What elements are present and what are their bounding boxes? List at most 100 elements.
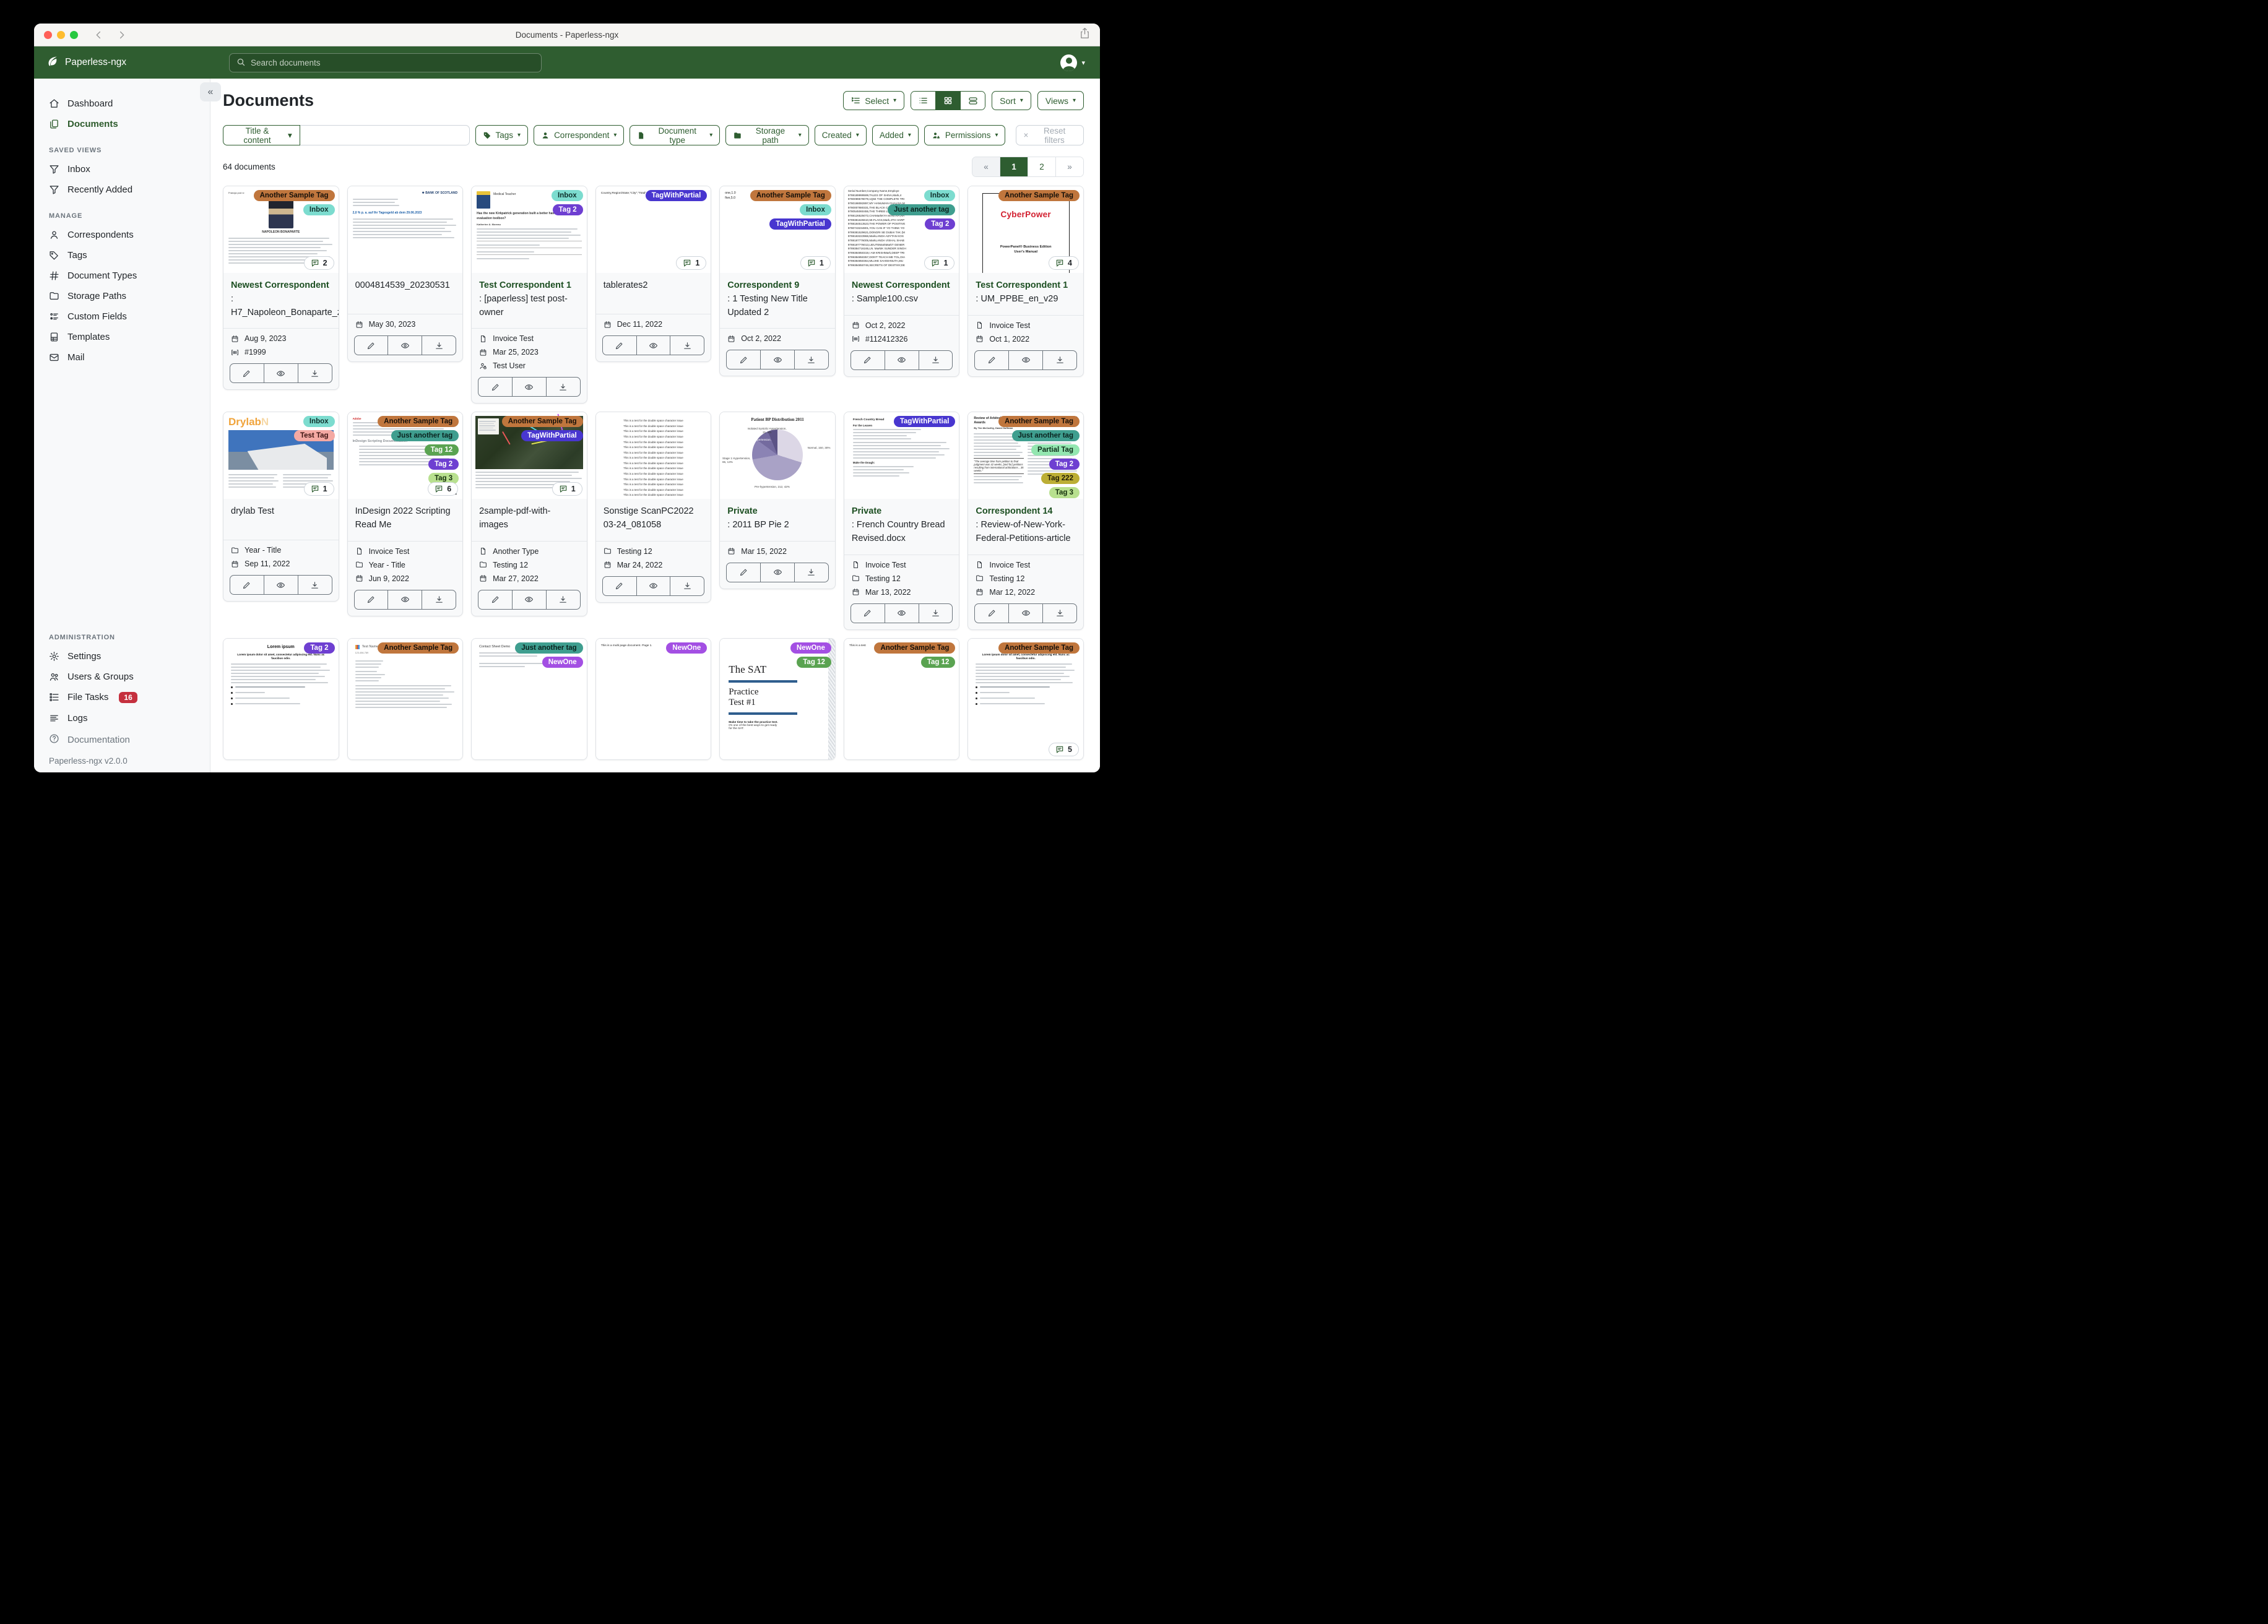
filter-created-button[interactable]: Created ▾ xyxy=(814,125,867,145)
tag-pill[interactable]: Just another tag xyxy=(1011,430,1080,442)
correspondent-link[interactable]: Newest Correspondent xyxy=(852,279,952,293)
edit-button[interactable] xyxy=(478,378,512,396)
filter-correspondent-button[interactable]: Correspondent ▾ xyxy=(534,125,625,145)
edit-button[interactable] xyxy=(230,576,264,594)
tag-pill[interactable]: Inbox xyxy=(552,190,583,201)
sidebar-item-documentation[interactable]: Documentation xyxy=(34,728,210,751)
tag-pill[interactable]: Another Sample Tag xyxy=(750,190,831,201)
notes-count[interactable]: 1 xyxy=(676,256,707,270)
tag-pill[interactable]: Another Sample Tag xyxy=(874,642,956,654)
tag-pill[interactable]: NewOne xyxy=(666,642,708,654)
tag-pill[interactable]: Just another tag xyxy=(887,204,956,215)
sidebar-item-file-tasks[interactable]: File Tasks 16 xyxy=(34,687,210,708)
sidebar-item-recently-added[interactable]: Recently Added xyxy=(34,179,210,200)
filter-search-input[interactable] xyxy=(300,125,470,145)
correspondent-link[interactable]: Correspondent 14 xyxy=(976,505,1076,519)
sidebar-item-custom-fields[interactable]: Custom Fields xyxy=(34,306,210,327)
document-card[interactable]: Francja pod rz NAPOLEON BONAPARTE Anothe… xyxy=(223,186,339,391)
sidebar-item-storage-paths[interactable]: Storage Paths xyxy=(34,286,210,306)
edit-button[interactable] xyxy=(603,577,636,595)
tag-pill[interactable]: TagWithPartial xyxy=(645,190,708,201)
document-card[interactable]: CyberPower PowerPanel® Business Edition … xyxy=(967,186,1084,377)
document-card[interactable]: French Country Bread For the Leaven Make… xyxy=(843,412,960,630)
tag-pill[interactable]: Tag 2 xyxy=(1049,459,1080,470)
download-button[interactable] xyxy=(918,350,953,369)
tag-pill[interactable]: Inbox xyxy=(303,416,335,428)
user-menu[interactable]: ▾ xyxy=(1060,54,1085,71)
global-search-input[interactable]: Search documents xyxy=(229,53,542,72)
tag-pill[interactable]: Tag 3 xyxy=(1049,487,1080,499)
edit-button[interactable] xyxy=(230,364,264,382)
notes-count[interactable]: 4 xyxy=(1049,256,1079,270)
sort-button[interactable]: Sort ▾ xyxy=(992,91,1031,110)
tag-pill[interactable]: TagWithPartial xyxy=(769,218,831,230)
view-button[interactable] xyxy=(636,576,670,595)
edit-button[interactable] xyxy=(727,563,760,582)
document-card[interactable]: Adobe InDesign Scripting Documentation A… xyxy=(347,412,464,616)
edit-button[interactable] xyxy=(355,590,388,609)
brand[interactable]: Paperless-ngx xyxy=(34,55,210,71)
search-mode-button[interactable]: Title & content ▾ xyxy=(223,125,300,145)
sidebar-item-mail[interactable]: Mail xyxy=(34,347,210,368)
edit-button[interactable] xyxy=(851,351,885,369)
tag-pill[interactable]: Test Tag xyxy=(293,430,335,442)
download-button[interactable] xyxy=(794,350,828,369)
edit-button[interactable] xyxy=(975,351,1008,369)
document-card[interactable]: Test Name 123-456-789 Another Sample Tag xyxy=(347,637,464,760)
document-card[interactable]: The SAT Practice Test #1 Make time to ta… xyxy=(719,637,836,760)
view-button[interactable] xyxy=(636,336,670,355)
sidebar-item-documents[interactable]: Documents xyxy=(34,114,210,134)
tag-pill[interactable]: Tag 12 xyxy=(797,656,831,668)
tag-pill[interactable]: Tag 2 xyxy=(304,642,335,654)
view-button[interactable] xyxy=(263,364,298,383)
view-button[interactable] xyxy=(512,590,546,609)
tag-pill[interactable]: NewOne xyxy=(790,642,831,654)
download-button[interactable] xyxy=(545,378,580,397)
close-window-button[interactable] xyxy=(44,30,52,39)
tag-pill[interactable]: Partial Tag xyxy=(1031,444,1080,456)
view-detail-button[interactable] xyxy=(960,92,985,110)
document-card[interactable]: Patient BP Distribution 2011 Isolated Sy… xyxy=(719,412,836,589)
page-1-button[interactable]: 1 xyxy=(1000,157,1028,176)
filter-added-button[interactable]: Added ▾ xyxy=(872,125,919,145)
document-card[interactable]: Review of Arbitral Awards shows swift Re… xyxy=(967,412,1084,630)
tag-pill[interactable]: Tag 12 xyxy=(424,444,459,456)
back-icon[interactable] xyxy=(94,30,103,40)
sidebar-item-dashboard[interactable]: Dashboard xyxy=(34,93,210,114)
view-button[interactable] xyxy=(263,576,298,595)
reset-filters-button[interactable]: × Reset filters xyxy=(1016,125,1084,145)
sidebar-item-users-groups[interactable]: Users & Groups xyxy=(34,667,210,687)
sidebar-item-document-types[interactable]: Document Types xyxy=(34,266,210,286)
view-button[interactable] xyxy=(884,350,919,369)
page-prev-button[interactable]: « xyxy=(972,157,1000,176)
edit-button[interactable] xyxy=(975,604,1008,623)
sidebar-item-tags[interactable]: Tags xyxy=(34,245,210,266)
document-card[interactable]: DrylabN Inbox Test Tag 1 drylab Test Year - … xyxy=(223,412,339,602)
minimize-window-button[interactable] xyxy=(57,30,65,39)
correspondent-link[interactable]: Private xyxy=(727,505,828,519)
document-card[interactable]: Serial Number,Company Name,Employe 978818… xyxy=(843,186,960,377)
download-button[interactable] xyxy=(297,364,332,383)
tag-pill[interactable]: TagWithPartial xyxy=(521,430,583,442)
document-card[interactable]: This is a test Another Sample Tag Tag 12 xyxy=(843,637,960,760)
correspondent-link[interactable]: Test Correspondent 1 xyxy=(976,279,1076,293)
tag-pill[interactable]: Inbox xyxy=(303,204,335,215)
zoom-window-button[interactable] xyxy=(70,30,78,39)
document-card[interactable]: Contact Sheet Demo Just another tag NewOn… xyxy=(471,637,587,760)
forward-icon[interactable] xyxy=(117,30,126,40)
edit-button[interactable] xyxy=(727,350,760,369)
tag-pill[interactable]: Inbox xyxy=(800,204,831,215)
view-list-button[interactable] xyxy=(911,92,936,110)
sidebar-item-inbox[interactable]: Inbox xyxy=(34,159,210,179)
view-button[interactable] xyxy=(1008,350,1042,369)
sidebar-item-templates[interactable]: Templates xyxy=(34,327,210,347)
tag-pill[interactable]: Tag 2 xyxy=(552,204,583,215)
page-next-button[interactable]: » xyxy=(1055,157,1083,176)
tag-pill[interactable]: Tag 12 xyxy=(920,656,956,668)
tag-pill[interactable]: Another Sample Tag xyxy=(378,642,459,654)
views-button[interactable]: Views ▾ xyxy=(1037,91,1084,110)
correspondent-link[interactable]: Test Correspondent 1 xyxy=(479,279,579,293)
view-button[interactable] xyxy=(760,563,794,582)
tag-pill[interactable]: TagWithPartial xyxy=(893,416,956,428)
view-button[interactable] xyxy=(387,336,422,355)
